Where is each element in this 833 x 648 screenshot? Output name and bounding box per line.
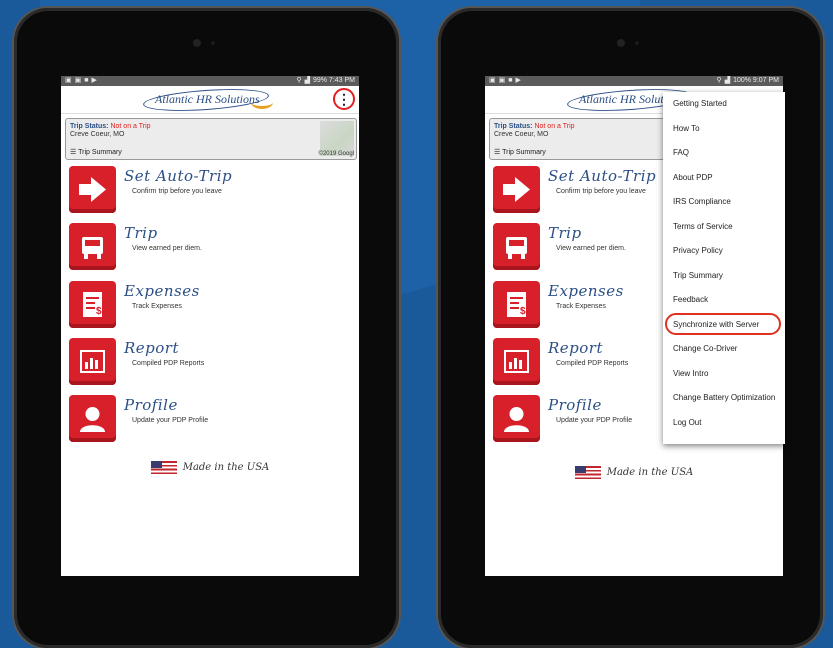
- menu-item-change-co-driver[interactable]: Change Co-Driver: [663, 337, 785, 362]
- row-set-auto-trip[interactable]: Set Auto-Trip Confirm trip before you le…: [69, 166, 349, 216]
- menu-item-privacy-policy[interactable]: Privacy Policy: [663, 239, 785, 264]
- menu-item-change-battery-optimization[interactable]: Change Battery Optimization: [663, 386, 785, 411]
- lock-icon: ■: [84, 77, 89, 84]
- receipt-icon: $: [69, 281, 116, 328]
- trip-location: Creve Coeur, MO: [70, 131, 125, 138]
- trip-status-line: Trip Status: Not on a Trip: [70, 123, 151, 130]
- overflow-menu-button[interactable]: ⋮: [333, 88, 355, 110]
- menu-item-faq[interactable]: FAQ: [663, 141, 785, 166]
- menu-item-log-out[interactable]: Log Out: [663, 411, 785, 436]
- status-time: 99% 7:43 PM: [312, 77, 355, 84]
- image-icon: ▣: [489, 77, 496, 84]
- trip-status-line: Trip Status: Not on a Trip: [494, 123, 575, 130]
- bar-chart-icon: [493, 338, 540, 385]
- play-icon: ▶: [91, 77, 97, 84]
- status-bar: ▣ ▣ ■ ▶ ⚲ ▟ 99% 7:43 PM: [61, 76, 359, 86]
- app-bar: Atlantic HR Solutions ⋮: [61, 85, 359, 115]
- app-logo: Atlantic HR Solutions: [142, 85, 273, 115]
- trip-status-value: Not on a Trip: [534, 123, 575, 130]
- user-icon: [69, 395, 116, 442]
- trip-status-value: Not on a Trip: [110, 123, 151, 130]
- arrow-right-icon: [69, 166, 116, 213]
- screen-left: ▣ ▣ ■ ▶ ⚲ ▟ 99% 7:43 PM Atlantic HR Solutions…: [61, 76, 359, 576]
- overflow-dropdown-menu: Getting Started How To FAQ About PDP IRS…: [663, 92, 785, 444]
- menu-item-feedback[interactable]: Feedback: [663, 288, 785, 313]
- menu-item-trip-summary[interactable]: Trip Summary: [663, 264, 785, 289]
- menu-item-terms-of-service[interactable]: Terms of Service: [663, 215, 785, 240]
- made-in-usa: Made in the USA: [485, 466, 783, 479]
- made-in-usa: Made in the USA: [61, 461, 359, 474]
- photo-icon: ▣: [74, 77, 82, 84]
- row-report[interactable]: Report Compiled PDP Reports: [69, 338, 349, 388]
- us-flag-icon: [574, 466, 601, 479]
- svg-text:$: $: [96, 306, 102, 317]
- signal-icon: ▟: [724, 77, 731, 84]
- status-time: 100% 9:07 PM: [733, 77, 779, 84]
- location-icon: ⚲: [716, 77, 722, 84]
- trip-location: Creve Coeur, MO: [494, 131, 549, 138]
- receipt-icon: $: [493, 281, 540, 328]
- us-flag-icon: [150, 461, 177, 474]
- tablet-right: ▣ ▣ ■ ▶ ⚲ ▟ 100% 9:07 PM Atlantic HR Solution…: [438, 8, 823, 648]
- status-bar: ▣ ▣ ■ ▶ ⚲ ▟ 100% 9:07 PM: [485, 76, 783, 86]
- photo-icon: ▣: [498, 77, 506, 84]
- trip-summary-link[interactable]: ☰ Trip Summary: [70, 148, 122, 156]
- location-icon: ⚲: [296, 77, 302, 84]
- menu-item-getting-started[interactable]: Getting Started: [663, 92, 785, 117]
- row-expenses[interactable]: $ Expenses Track Expenses: [69, 281, 349, 331]
- tablet-left: ▣ ▣ ■ ▶ ⚲ ▟ 99% 7:43 PM Atlantic HR Solutions…: [14, 8, 399, 648]
- menu-item-how-to[interactable]: How To: [663, 117, 785, 142]
- svg-text:$: $: [520, 306, 526, 317]
- row-profile[interactable]: Profile Update your PDP Profile: [69, 395, 349, 445]
- bar-chart-icon: [69, 338, 116, 385]
- map-caption: ©2019 Googl: [318, 151, 354, 157]
- camera: [192, 39, 221, 47]
- truck-icon: [69, 223, 116, 270]
- menu-item-synchronize-with-server[interactable]: Synchronize with Server: [663, 312, 785, 338]
- list-icon: ☰: [70, 149, 77, 156]
- trip-summary-link[interactable]: ☰ Trip Summary: [494, 148, 546, 156]
- image-icon: ▣: [65, 77, 72, 84]
- list-icon: ☰: [494, 149, 501, 156]
- menu-item-irs-compliance[interactable]: IRS Compliance: [663, 190, 785, 215]
- arrow-right-icon: [493, 166, 540, 213]
- user-icon: [493, 395, 540, 442]
- trip-status-card[interactable]: Trip Status: Not on a Trip Creve Coeur, …: [65, 118, 357, 160]
- lock-icon: ■: [508, 77, 513, 84]
- play-icon: ▶: [515, 77, 521, 84]
- signal-icon: ▟: [304, 77, 310, 84]
- camera: [616, 39, 645, 47]
- menu-item-view-intro[interactable]: View Intro: [663, 362, 785, 387]
- truck-icon: [493, 223, 540, 270]
- menu-item-about-pdp[interactable]: About PDP: [663, 166, 785, 191]
- row-trip[interactable]: Trip View earned per diem.: [69, 223, 349, 273]
